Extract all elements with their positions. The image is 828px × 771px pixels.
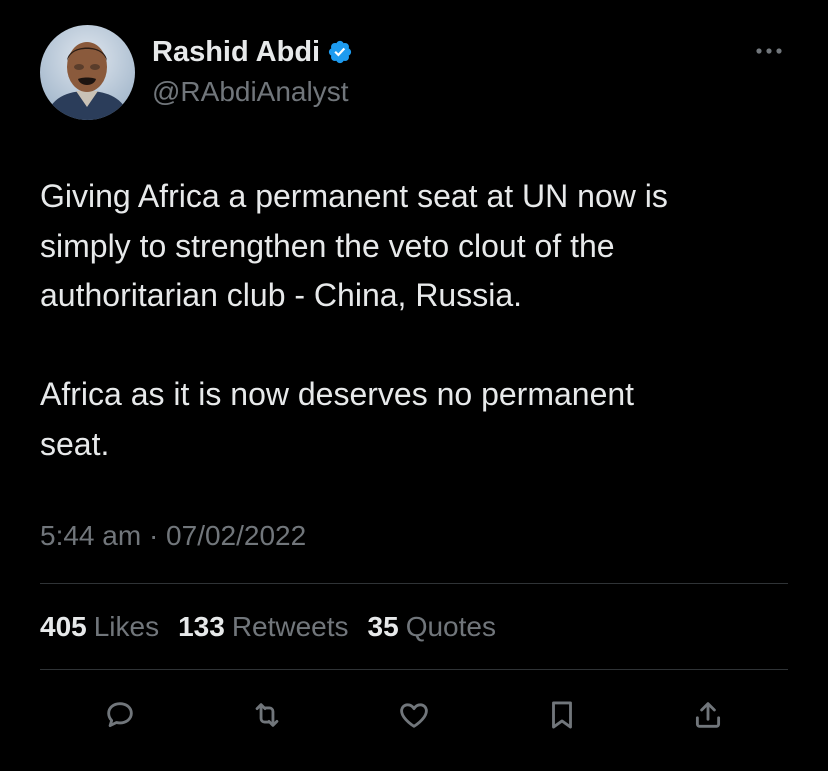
tweet-text: Giving Africa a permanent seat at UN now… (40, 178, 668, 462)
quotes-stat[interactable]: 35 Quotes (368, 607, 496, 647)
likes-count: 405 (40, 611, 87, 642)
divider (40, 669, 788, 670)
tweet-card: Rashid Abdi @RAbdiAnalyst Giving Africa … (0, 0, 828, 771)
quotes-count: 35 (367, 611, 399, 642)
retweet-button[interactable] (245, 693, 289, 737)
verified-badge-icon (327, 39, 353, 65)
engagement-stats: 405 Likes 133 Retweets 35 Quotes (40, 607, 515, 647)
author-display-name[interactable]: Rashid Abdi (152, 34, 320, 70)
retweets-stat[interactable]: 133 Retweets (178, 607, 348, 647)
bookmark-button[interactable] (540, 693, 584, 737)
reply-button[interactable] (98, 693, 142, 737)
likes-label: Likes (93, 611, 160, 642)
reply-icon (107, 702, 133, 728)
like-icon (400, 703, 428, 728)
avatar-image (40, 25, 135, 120)
more-options-icon[interactable] (754, 44, 784, 56)
likes-stat[interactable]: 405 Likes (40, 607, 159, 647)
share-button[interactable] (686, 693, 730, 737)
share-icon (695, 702, 721, 728)
retweets-count: 133 (178, 611, 225, 642)
tweet-timestamp[interactable]: 5:44 am · 07/02/2022 (40, 516, 306, 556)
author-handle[interactable]: @RAbdiAnalyst (152, 72, 353, 112)
avatar[interactable] (40, 25, 135, 120)
quotes-label: Quotes (405, 611, 496, 642)
divider (40, 583, 788, 584)
retweets-label: Retweets (231, 611, 349, 642)
bookmark-icon (552, 701, 572, 729)
like-button[interactable] (392, 693, 436, 737)
author-block: Rashid Abdi @RAbdiAnalyst (152, 34, 353, 112)
retweet-icon (255, 703, 279, 727)
action-bar (0, 693, 828, 741)
name-row: Rashid Abdi (152, 34, 353, 70)
